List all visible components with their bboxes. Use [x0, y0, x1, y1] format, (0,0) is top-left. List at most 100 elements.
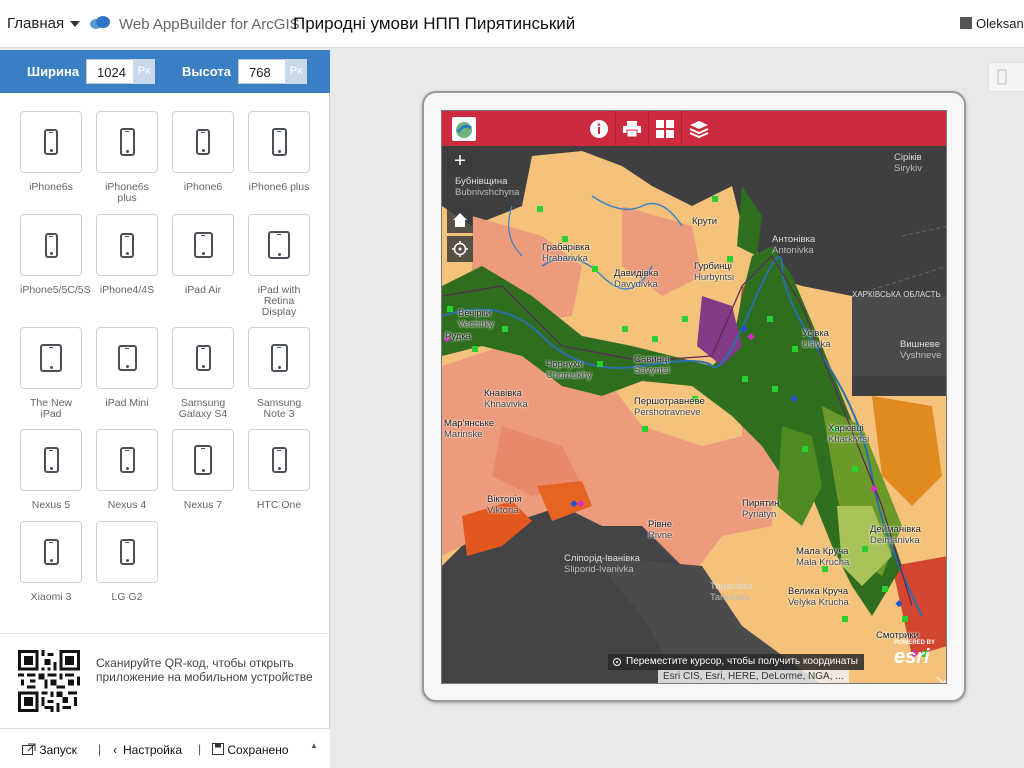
- saved-label: Сохранено: [227, 743, 289, 757]
- device-htc-one[interactable]: HTC One: [248, 429, 310, 511]
- settings-button[interactable]: ‹ Настройка: [113, 743, 182, 757]
- device-label: iPad Air: [184, 284, 222, 296]
- chevron-down-icon[interactable]: [70, 21, 81, 28]
- tablet-icon: [40, 344, 62, 372]
- esri-logo: esri: [894, 646, 930, 668]
- orientation-toggle[interactable]: [988, 62, 1024, 92]
- device-label: iPad Mini: [105, 397, 149, 409]
- phone-icon: [270, 344, 288, 372]
- grid-icon[interactable]: [656, 119, 674, 138]
- place-label: Деймaнівка Deimanivka: [870, 524, 921, 546]
- device-ipad-retina[interactable]: iPad with Retina Display: [248, 214, 310, 318]
- locate-icon[interactable]: [452, 241, 468, 257]
- qr-code-icon: [18, 650, 80, 712]
- chevron-left-icon: ‹: [113, 743, 117, 757]
- home-icon[interactable]: [452, 212, 468, 228]
- app-preview-screen: Бубнівщина Bubnivshchyna Сіріків Sirykiv А…: [441, 110, 947, 684]
- device-nexus7[interactable]: Nexus 7: [172, 429, 234, 511]
- info-button[interactable]: [583, 111, 616, 146]
- height-input[interactable]: 768: [238, 59, 288, 84]
- place-label: Грабарівка Hrabarivka: [542, 242, 590, 264]
- phone-icon: [271, 128, 287, 156]
- phone-icon: [44, 232, 58, 258]
- place-label: Велика Круча Velyka Krucha: [788, 586, 849, 608]
- device-samsung-note3[interactable]: Samsung Note 3: [248, 327, 310, 420]
- width-input[interactable]: 1024: [86, 59, 136, 84]
- settings-label[interactable]: Настройка: [123, 743, 182, 757]
- print-icon[interactable]: [622, 120, 642, 138]
- device-new-ipad[interactable]: The New iPad: [20, 327, 82, 420]
- app-title: Природні умови НПП Пирятинський: [293, 14, 576, 33]
- device-label: Nexus 7: [183, 499, 223, 511]
- user-menu[interactable]: Oleksan: [960, 16, 1024, 31]
- place-label: Гурбинці Hurbyntsi: [694, 261, 735, 283]
- device-nexus5[interactable]: Nexus 5: [20, 429, 82, 511]
- zoom-in-button[interactable]: +: [447, 149, 473, 175]
- chevron-up-icon[interactable]: ▲: [310, 741, 318, 750]
- device-iphone5[interactable]: iPhone5/5C/5S: [20, 214, 91, 296]
- locate-button[interactable]: [447, 236, 473, 262]
- home-menu[interactable]: Главная: [7, 15, 81, 32]
- crosshair-icon[interactable]: [612, 657, 622, 667]
- save-icon: [212, 743, 224, 755]
- phone-icon: [196, 129, 210, 155]
- device-nexus4[interactable]: Nexus 4: [96, 429, 158, 511]
- place-label: Вишневе Vyshneve: [900, 339, 942, 361]
- device-label: iPhone6s: [29, 181, 73, 193]
- device-label: Nexus 4: [107, 499, 147, 511]
- device-label: iPhone6s plus: [105, 181, 149, 204]
- place-label: Сіріків Sirykiv: [894, 152, 922, 174]
- place-label: Вечірки Vechirky: [458, 308, 494, 330]
- place-label: Савинці Savyntsi: [634, 354, 670, 376]
- phone-icon: [43, 447, 59, 473]
- place-label: Сліпорід-Іванівка Sliporid-Ivanivka: [564, 553, 640, 575]
- device-label: Xiaomi 3: [30, 591, 72, 603]
- device-iphone6-plus[interactable]: iPhone6 plus: [248, 111, 310, 193]
- device-label: iPhone6 plus: [248, 181, 310, 193]
- rotate-device-icon[interactable]: [997, 69, 1007, 85]
- divider: |: [198, 742, 202, 756]
- device-label: Nexus 5: [31, 499, 71, 511]
- launch-button[interactable]: Запуск: [22, 743, 77, 757]
- layers-icon[interactable]: [689, 120, 709, 138]
- device-xiaomi3[interactable]: Xiaomi 3: [20, 521, 82, 603]
- resize-handle-icon[interactable]: [936, 676, 946, 684]
- info-icon[interactable]: [589, 119, 609, 139]
- device-iphone6s-plus[interactable]: iPhone6s plus: [96, 111, 158, 204]
- app-header: [442, 111, 946, 146]
- width-unit: Px: [133, 59, 155, 84]
- coordinate-widget[interactable]: Переместите курсор, чтобы получить коорд…: [608, 654, 864, 670]
- layer-list-button[interactable]: [682, 111, 715, 146]
- device-iphone4[interactable]: iPhone4/4S: [96, 214, 158, 296]
- map-view[interactable]: Бубнівщина Bubnivshchyna Сіріків Sirykiv А…: [442, 146, 946, 684]
- avatar[interactable]: [960, 17, 972, 29]
- place-label: Крути: [692, 216, 718, 227]
- device-iphone6s[interactable]: iPhone6s: [20, 111, 82, 193]
- device-lg-g2[interactable]: LG G2: [96, 521, 158, 603]
- device-label: Samsung Note 3: [256, 397, 302, 420]
- phone-icon: [44, 129, 58, 155]
- place-label: Першотравневе Pershotravneve: [634, 396, 705, 418]
- divider: |: [98, 742, 102, 756]
- basemap-gallery-button[interactable]: [649, 111, 682, 146]
- user-name[interactable]: Oleksan: [976, 16, 1024, 31]
- device-samsung-s4[interactable]: Samsung Galaxy S4: [172, 327, 234, 420]
- device-label: iPhone6: [183, 181, 223, 193]
- place-label: Рівне Rivne: [648, 519, 673, 541]
- save-button[interactable]: Сохранено: [212, 743, 289, 757]
- device-ipad-mini[interactable]: iPad Mini: [96, 327, 158, 409]
- home-button[interactable]: [447, 207, 473, 233]
- qr-instruction-text: Сканируйте QR-код, чтобы открыть приложе…: [96, 656, 313, 684]
- device-iphone6[interactable]: iPhone6: [172, 111, 234, 193]
- size-bar: Ширина 1024 Px Высота 768 Px: [0, 50, 330, 93]
- phone-icon: [271, 447, 287, 473]
- place-label: Мар'янське Marinske: [444, 418, 495, 440]
- place-label: Мала Круча Mala Krucha: [796, 546, 850, 568]
- phone-icon: [43, 539, 59, 565]
- phone-icon: [119, 128, 135, 156]
- launch-label[interactable]: Запуск: [39, 743, 77, 757]
- device-ipad-air[interactable]: iPad Air: [172, 214, 234, 296]
- home-menu-label[interactable]: Главная: [7, 15, 64, 32]
- place-label: Чорнухи Chornukhy: [546, 359, 592, 381]
- print-button[interactable]: [616, 111, 649, 146]
